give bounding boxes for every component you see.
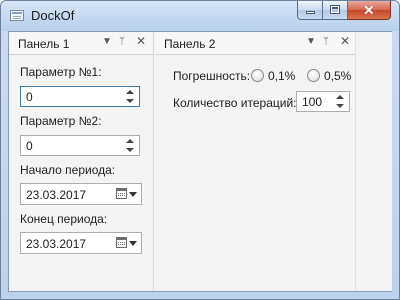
window-title: DockOf [31, 8, 75, 23]
radio-label-0-1: 0,1% [268, 69, 296, 83]
pin-icon[interactable]: ᛘ [119, 36, 125, 48]
close-button[interactable]: ✕ [348, 1, 391, 20]
panel-1-title: Панель 1 [18, 37, 70, 51]
spinner-arrows[interactable] [125, 88, 135, 105]
start-period-label: Начало периода: [20, 163, 116, 177]
panel-2-title: Панель 2 [164, 37, 216, 51]
param1-spinner[interactable]: 0 [20, 86, 140, 107]
radio-label-0-5: 0,5% [324, 69, 352, 83]
down-arrow-icon[interactable] [336, 104, 344, 108]
end-period-label: Конец периода: [20, 212, 108, 226]
dropdown-icon[interactable]: ▼ [306, 36, 316, 48]
start-date-value: 23.03.2017 [26, 188, 87, 202]
window-app-icon[interactable] [10, 10, 24, 21]
title-bar[interactable]: DockOf ✕ [1, 1, 399, 31]
caption-buttons: ✕ [297, 1, 391, 21]
minimize-icon [306, 11, 315, 14]
close-icon: ✕ [363, 2, 375, 18]
close-icon[interactable]: ✕ [136, 35, 146, 47]
panel-1-header[interactable]: Панель 1 ▼ ᛘ ✕ [9, 32, 153, 55]
empty-dock-area [355, 32, 392, 291]
param2-label: Параметр №2: [20, 114, 102, 128]
dock-panel-2: Панель 2 ▼ ᛘ ✕ Погрешность: 0,1% 0,5% Ко… [155, 32, 355, 291]
radio-option-0-1[interactable] [251, 69, 264, 82]
up-arrow-icon[interactable] [336, 95, 344, 99]
param1-label: Параметр №1: [20, 65, 102, 79]
dock-panel-1: Панель 1 ▼ ᛘ ✕ Параметр №1: 0 Параметр №… [9, 32, 154, 291]
dropdown-icon[interactable]: ▼ [102, 36, 112, 48]
iterations-spinner[interactable]: 100 [296, 91, 350, 112]
panel-1-body: Параметр №1: 0 Параметр №2: 0 Начало пер… [9, 55, 153, 291]
down-arrow-icon[interactable] [126, 148, 134, 152]
maximize-icon [330, 5, 340, 14]
panel-2-body: Погрешность: 0,1% 0,5% Количество итерац… [155, 55, 355, 291]
up-arrow-icon[interactable] [126, 139, 134, 143]
radio-option-0-5[interactable] [307, 69, 320, 82]
start-date-picker[interactable]: 23.03.2017 [20, 183, 142, 205]
spinner-arrows[interactable] [335, 93, 345, 110]
error-label: Погрешность: [173, 69, 251, 83]
panel-2-header[interactable]: Панель 2 ▼ ᛘ ✕ [155, 32, 355, 55]
end-date-value: 23.03.2017 [26, 237, 87, 251]
chevron-down-icon[interactable] [129, 241, 137, 246]
up-arrow-icon[interactable] [126, 90, 134, 94]
chevron-down-icon[interactable] [129, 192, 137, 197]
app-window: DockOf ✕ Панель 1 ▼ ᛘ ✕ Параметр №1: 0 П… [0, 0, 400, 300]
param2-spinner[interactable]: 0 [20, 135, 140, 156]
down-arrow-icon[interactable] [126, 99, 134, 103]
close-icon[interactable]: ✕ [340, 35, 350, 47]
maximize-button[interactable] [323, 1, 348, 20]
end-date-picker[interactable]: 23.03.2017 [20, 232, 142, 254]
iterations-value: 100 [302, 95, 323, 109]
param1-value: 0 [26, 90, 33, 104]
param2-value: 0 [26, 139, 33, 153]
calendar-icon[interactable] [116, 237, 127, 248]
iterations-label: Количество итераций: [173, 96, 297, 110]
minimize-button[interactable] [297, 1, 323, 20]
spinner-arrows[interactable] [125, 137, 135, 154]
client-area: Панель 1 ▼ ᛘ ✕ Параметр №1: 0 Параметр №… [8, 31, 392, 292]
pin-icon[interactable]: ᛘ [323, 36, 329, 48]
calendar-icon[interactable] [116, 188, 127, 199]
